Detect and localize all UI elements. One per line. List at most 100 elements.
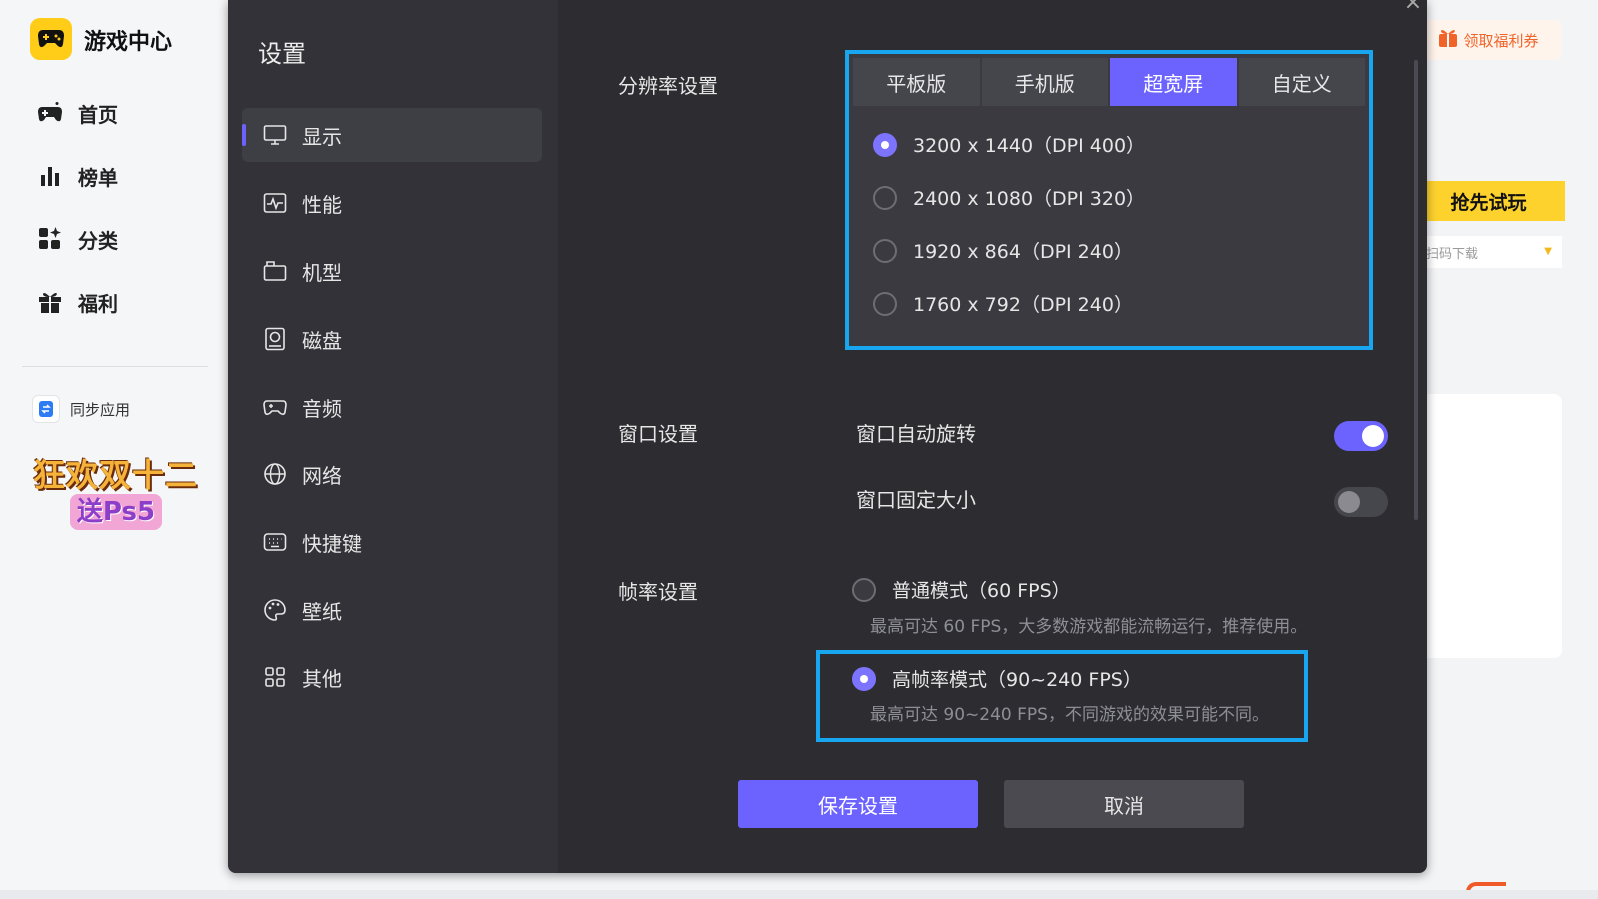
resolution-option-2400[interactable]: 2400 x 1080（DPI 320）: [873, 184, 1145, 211]
gamepad-icon: [36, 99, 64, 127]
nav-item-label: 榜单: [78, 165, 118, 190]
fps-high-desc: 最高可达 90~240 FPS，不同游戏的效果可能不同。: [870, 705, 1269, 725]
settings-nav-label: 音频: [302, 396, 342, 421]
sync-app-button[interactable]: 同步应用: [32, 395, 130, 423]
apps-grid-icon: [262, 664, 288, 690]
resolution-option-1920[interactable]: 1920 x 864（DPI 240）: [873, 237, 1133, 264]
promo-title: 狂欢双十二: [32, 456, 198, 494]
settings-dialog: × 设置 显示 性能 机型 磁盘 音频 网络 快捷键 壁纸 其他 分辨率设置 平…: [228, 0, 1427, 873]
fps-section-label: 帧率设置: [618, 580, 698, 604]
radio-button[interactable]: [873, 185, 897, 210]
palette-icon: [262, 597, 288, 623]
auto-rotate-toggle[interactable]: [1334, 421, 1388, 451]
globe-icon: [262, 461, 288, 487]
app-sidebar: 游戏中心 首页 榜单 分类 福利 同步应用 狂欢双十二 送Ps5: [0, 0, 228, 899]
radio-button[interactable]: [852, 666, 876, 691]
fps-normal-title: 普通模式（60 FPS）: [892, 580, 1071, 602]
radio-button[interactable]: [873, 238, 897, 263]
nav-item-label: 首页: [78, 102, 118, 127]
performance-icon: [262, 190, 288, 216]
fps-normal-option[interactable]: 普通模式（60 FPS）: [852, 576, 1071, 603]
device-model-icon: [262, 258, 288, 284]
settings-nav-performance[interactable]: 性能: [242, 176, 542, 230]
bottom-strip: [0, 890, 1598, 899]
sync-app-icon: [32, 395, 60, 423]
background-card: [1412, 394, 1562, 658]
bar-chart-icon: [36, 162, 64, 190]
settings-nav-label: 快捷键: [302, 531, 362, 556]
audio-icon: [262, 394, 288, 420]
settings-nav-label: 机型: [302, 260, 342, 285]
tab-phone[interactable]: 手机版: [981, 58, 1108, 106]
disk-icon: [262, 326, 288, 352]
promo-banner[interactable]: 狂欢双十二 送Ps5: [28, 450, 203, 534]
settings-nav-device-model[interactable]: 机型: [242, 244, 542, 298]
resolution-option-1760[interactable]: 1760 x 792（DPI 240）: [873, 290, 1133, 317]
sync-app-label: 同步应用: [70, 400, 131, 419]
resolution-option-label: 1920 x 864（DPI 240）: [913, 241, 1133, 263]
tab-tablet[interactable]: 平板版: [853, 58, 980, 106]
settings-nav: 设置 显示 性能 机型 磁盘 音频 网络 快捷键 壁纸 其他: [228, 0, 558, 873]
resolution-panel: 平板版 手机版 超宽屏 自定义 3200 x 1440（DPI 400） 240…: [845, 50, 1373, 350]
resolution-option-3200[interactable]: 3200 x 1440（DPI 400）: [873, 131, 1145, 158]
tab-ultrawide[interactable]: 超宽屏: [1110, 58, 1237, 106]
chevron-down-icon: ▼: [1544, 246, 1552, 257]
settings-title: 设置: [258, 40, 306, 68]
coupon-label: 领取福利券: [1463, 31, 1539, 50]
fps-high-title: 高帧率模式（90~240 FPS）: [892, 669, 1142, 691]
sidebar-divider: [22, 366, 208, 367]
settings-nav-label: 显示: [302, 124, 342, 149]
coupon-gift-icon: [1437, 27, 1459, 53]
category-grid-icon: [36, 225, 64, 253]
cancel-button[interactable]: 取消: [1004, 780, 1244, 828]
tab-custom[interactable]: 自定义: [1238, 58, 1365, 106]
scan-download-dropdown[interactable]: 扫码下载 ▼: [1412, 236, 1562, 268]
claim-coupon-button[interactable]: 领取福利券: [1414, 20, 1562, 60]
nav-item-home[interactable]: 首页: [36, 98, 118, 128]
settings-nav-label: 其他: [302, 666, 342, 691]
settings-scrollbar[interactable]: [1414, 60, 1418, 520]
nav-item-label: 分类: [78, 228, 118, 253]
radio-button[interactable]: [852, 577, 876, 602]
early-trial-button[interactable]: 抢先试玩: [1412, 181, 1565, 221]
settings-nav-wallpaper[interactable]: 壁纸: [242, 583, 542, 637]
auto-rotate-label: 窗口自动旋转: [856, 422, 976, 446]
toggle-knob: [1362, 425, 1384, 447]
resolution-option-label: 2400 x 1080（DPI 320）: [913, 188, 1146, 210]
fps-normal-desc: 最高可达 60 FPS，大多数游戏都能流畅运行，推荐使用。: [870, 617, 1308, 637]
radio-button[interactable]: [873, 132, 897, 157]
save-button[interactable]: 保存设置: [738, 780, 978, 828]
settings-nav-shortcuts[interactable]: 快捷键: [242, 515, 542, 569]
keyboard-icon: [262, 529, 288, 555]
settings-nav-audio[interactable]: 音频: [242, 380, 542, 434]
app-title: 游戏中心: [84, 30, 173, 55]
resolution-option-label: 3200 x 1440（DPI 400）: [913, 135, 1146, 157]
scan-download-label: 扫码下载: [1426, 246, 1479, 262]
nav-item-benefits[interactable]: 福利: [36, 287, 118, 317]
fixed-size-label: 窗口固定大小: [856, 488, 976, 512]
settings-nav-network[interactable]: 网络: [242, 447, 542, 501]
resolution-option-label: 1760 x 792（DPI 240）: [913, 294, 1133, 316]
nav-item-label: 福利: [78, 291, 118, 316]
resolution-tabs: 平板版 手机版 超宽屏 自定义: [853, 58, 1365, 106]
fps-high-option[interactable]: 高帧率模式（90~240 FPS）: [852, 665, 1142, 692]
fixed-size-toggle[interactable]: [1334, 487, 1388, 517]
radio-button[interactable]: [873, 291, 897, 316]
settings-nav-label: 网络: [302, 463, 342, 488]
nav-item-rankings[interactable]: 榜单: [36, 161, 118, 191]
window-section-label: 窗口设置: [618, 422, 698, 446]
resolution-section-label: 分辨率设置: [618, 74, 718, 98]
gift-icon: [36, 288, 64, 316]
fps-high-highlight: [816, 650, 1308, 742]
settings-nav-label: 性能: [302, 192, 342, 217]
close-icon[interactable]: ×: [1402, 0, 1424, 14]
nav-item-categories[interactable]: 分类: [36, 224, 118, 254]
settings-nav-label: 磁盘: [302, 328, 342, 353]
settings-nav-disk[interactable]: 磁盘: [242, 312, 542, 366]
promo-subtitle: 送Ps5: [70, 494, 162, 530]
monitor-icon: [262, 122, 288, 148]
game-center-logo-icon: [30, 18, 72, 60]
settings-nav-label: 壁纸: [302, 599, 342, 624]
settings-nav-display[interactable]: 显示: [242, 108, 542, 162]
settings-nav-other[interactable]: 其他: [242, 650, 542, 704]
